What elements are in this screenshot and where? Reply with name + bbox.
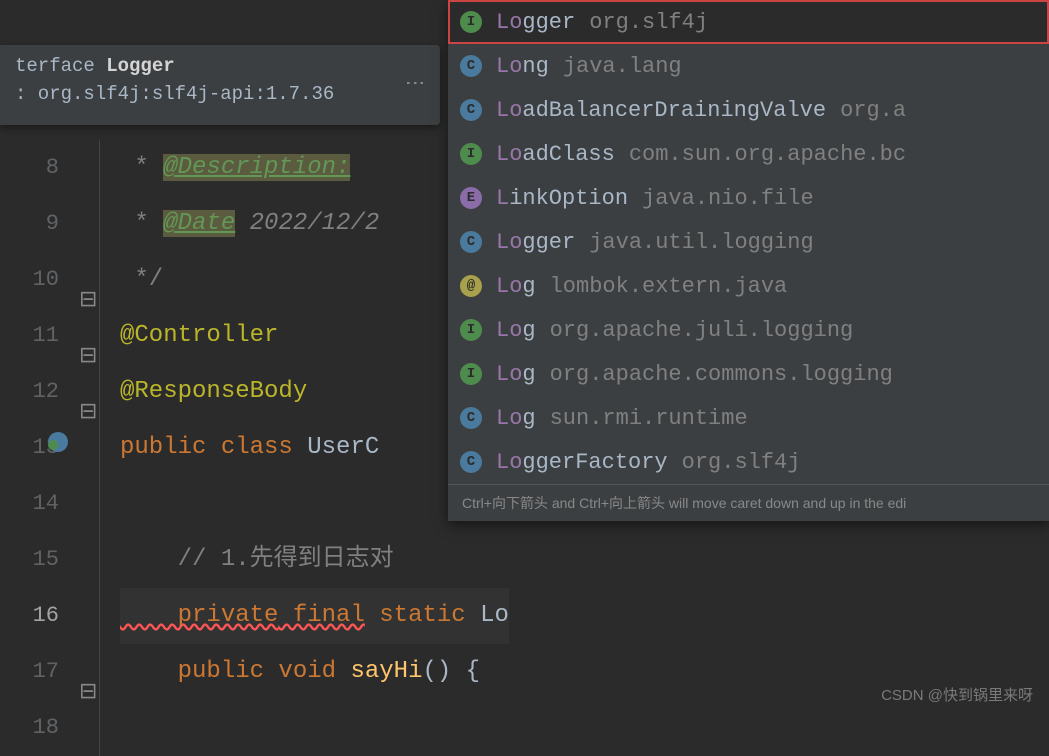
- code-line[interactable]: // 1.先得到日志对: [120, 532, 509, 588]
- line-number[interactable]: 11⊟: [0, 308, 99, 364]
- autocomplete-item[interactable]: C Logger java.util.logging: [448, 220, 1049, 264]
- autocomplete-item[interactable]: C LoadBalancerDrainingValve org.a: [448, 88, 1049, 132]
- autocomplete-item[interactable]: I Log org.apache.commons.logging: [448, 352, 1049, 396]
- quick-doc-popup: terface Logger : org.slf4j:slf4j-api:1.7…: [0, 45, 440, 125]
- autocomplete-item[interactable]: C Long java.lang: [448, 44, 1049, 88]
- class-icon: C: [460, 407, 482, 429]
- line-number[interactable]: 18: [0, 700, 99, 756]
- doc-title: terface Logger: [15, 55, 425, 77]
- autocomplete-item[interactable]: I Log org.apache.juli.logging: [448, 308, 1049, 352]
- autocomplete-item[interactable]: I Logger org.slf4j: [448, 0, 1049, 44]
- line-number[interactable]: 17⊟: [0, 644, 99, 700]
- autocomplete-item[interactable]: @ Log lombok.extern.java: [448, 264, 1049, 308]
- code-line[interactable]: public void sayHi() {: [120, 644, 509, 700]
- autocomplete-item[interactable]: I LoadClass com.sun.org.apache.bc: [448, 132, 1049, 176]
- line-number[interactable]: 9: [0, 196, 99, 252]
- interface-icon: I: [460, 143, 482, 165]
- line-number[interactable]: 14: [0, 476, 99, 532]
- line-number[interactable]: 15: [0, 532, 99, 588]
- code-line[interactable]: private final static Lo: [120, 588, 509, 644]
- class-gutter-icon[interactable]: [47, 420, 69, 476]
- gutter: 8 9 10⊟ 11⊟ 12⊟ 13 14 15 16 17⊟ 18: [0, 140, 100, 756]
- line-number[interactable]: 16: [0, 588, 99, 644]
- autocomplete-item[interactable]: C LoggerFactory org.slf4j: [448, 440, 1049, 484]
- line-number[interactable]: 12⊟: [0, 364, 99, 420]
- line-number[interactable]: 13: [0, 420, 99, 476]
- class-icon: C: [460, 231, 482, 253]
- autocomplete-item[interactable]: E LinkOption java.nio.file: [448, 176, 1049, 220]
- more-icon[interactable]: ⋮: [401, 73, 425, 95]
- autocomplete-hint: Ctrl+向下箭头 and Ctrl+向上箭头 will move caret …: [448, 484, 1049, 521]
- class-icon: C: [460, 99, 482, 121]
- watermark: CSDN @快到锅里来呀: [881, 684, 1033, 705]
- interface-icon: I: [460, 11, 482, 33]
- fold-icon[interactable]: ⊟: [79, 385, 93, 399]
- interface-icon: I: [460, 363, 482, 385]
- line-number[interactable]: 10⊟: [0, 252, 99, 308]
- fold-icon[interactable]: ⊟: [79, 329, 93, 343]
- fold-icon[interactable]: ⊟: [79, 665, 93, 679]
- fold-icon[interactable]: ⊟: [79, 273, 93, 287]
- doc-artifact: : org.slf4j:slf4j-api:1.7.36: [15, 83, 425, 105]
- code-line[interactable]: [120, 700, 509, 756]
- enum-icon: E: [460, 187, 482, 209]
- line-number[interactable]: 8: [0, 140, 99, 196]
- interface-icon: I: [460, 319, 482, 341]
- class-icon: C: [460, 55, 482, 77]
- annotation-icon: @: [460, 275, 482, 297]
- autocomplete-popup[interactable]: I Logger org.slf4j C Long java.lang C Lo…: [448, 0, 1049, 521]
- class-icon: C: [460, 451, 482, 473]
- autocomplete-item[interactable]: C Log sun.rmi.runtime: [448, 396, 1049, 440]
